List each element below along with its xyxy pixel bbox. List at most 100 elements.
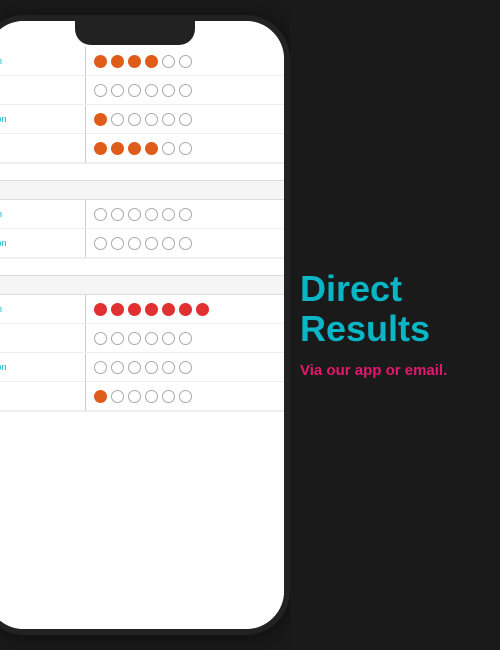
table-row bbox=[0, 382, 284, 411]
subtext: Via our app or email. bbox=[300, 360, 447, 381]
row-dots bbox=[86, 138, 284, 159]
dot bbox=[111, 303, 124, 316]
dot bbox=[94, 390, 107, 403]
row-label bbox=[0, 324, 86, 352]
dot bbox=[179, 237, 192, 250]
dot bbox=[145, 208, 158, 221]
dot bbox=[145, 332, 158, 345]
row-label: on bbox=[0, 295, 86, 323]
row-label: tion bbox=[0, 105, 86, 133]
dot bbox=[94, 55, 107, 68]
dot bbox=[111, 332, 124, 345]
dot bbox=[111, 208, 124, 221]
dot bbox=[145, 303, 158, 316]
dot bbox=[162, 237, 175, 250]
dot bbox=[179, 361, 192, 374]
dot bbox=[145, 237, 158, 250]
dot bbox=[145, 113, 158, 126]
dot bbox=[94, 237, 107, 250]
scene: on m bbox=[0, 0, 500, 650]
dot bbox=[94, 303, 107, 316]
section-3: on bbox=[0, 295, 284, 412]
dot bbox=[162, 303, 175, 316]
dot bbox=[179, 113, 192, 126]
table-row: tion bbox=[0, 229, 284, 258]
dot bbox=[128, 55, 141, 68]
dot bbox=[128, 142, 141, 155]
row-dots bbox=[86, 109, 284, 130]
dot bbox=[145, 55, 158, 68]
dot bbox=[94, 361, 107, 374]
row-dots bbox=[86, 328, 284, 349]
dot bbox=[145, 142, 158, 155]
dot bbox=[94, 84, 107, 97]
table-row: m bbox=[0, 76, 284, 105]
table-row: on bbox=[0, 200, 284, 229]
table-row: m bbox=[0, 134, 284, 163]
dot bbox=[111, 390, 124, 403]
dot bbox=[179, 84, 192, 97]
dot bbox=[128, 237, 141, 250]
dot bbox=[145, 361, 158, 374]
dot bbox=[128, 361, 141, 374]
dot bbox=[162, 113, 175, 126]
dot bbox=[145, 84, 158, 97]
dot bbox=[94, 142, 107, 155]
dot bbox=[162, 361, 175, 374]
dot bbox=[111, 142, 124, 155]
dot bbox=[128, 303, 141, 316]
table-row bbox=[0, 324, 284, 353]
phone-mockup: on m bbox=[0, 15, 290, 635]
dot bbox=[128, 113, 141, 126]
dot bbox=[162, 84, 175, 97]
row-label: on bbox=[0, 47, 86, 75]
row-dots bbox=[86, 357, 284, 378]
dot bbox=[94, 332, 107, 345]
table-row: tion bbox=[0, 353, 284, 382]
dot bbox=[162, 55, 175, 68]
table-row: on bbox=[0, 47, 284, 76]
dot bbox=[111, 237, 124, 250]
dot bbox=[128, 332, 141, 345]
dot bbox=[94, 113, 107, 126]
row-label: m bbox=[0, 76, 86, 104]
row-label: m bbox=[0, 134, 86, 162]
table-row: tion bbox=[0, 105, 284, 134]
row-label: tion bbox=[0, 229, 86, 257]
headline: Direct Results bbox=[300, 269, 480, 348]
dot bbox=[111, 84, 124, 97]
section-divider bbox=[0, 275, 284, 295]
row-dots bbox=[86, 233, 284, 254]
dot bbox=[179, 55, 192, 68]
row-dots bbox=[86, 386, 284, 407]
row-label: on bbox=[0, 200, 86, 228]
dot bbox=[94, 208, 107, 221]
dot bbox=[179, 332, 192, 345]
dot bbox=[179, 303, 192, 316]
dot bbox=[128, 208, 141, 221]
section-1: on m bbox=[0, 47, 284, 164]
row-label bbox=[0, 382, 86, 410]
table-row: on bbox=[0, 295, 284, 324]
dot bbox=[111, 113, 124, 126]
dot bbox=[145, 390, 158, 403]
dot bbox=[179, 142, 192, 155]
row-dots bbox=[86, 299, 284, 320]
dot bbox=[111, 55, 124, 68]
dot bbox=[162, 142, 175, 155]
row-dots bbox=[86, 80, 284, 101]
dot bbox=[162, 208, 175, 221]
phone-screen: on m bbox=[0, 21, 284, 629]
section-divider bbox=[0, 180, 284, 200]
dot bbox=[179, 208, 192, 221]
dot bbox=[128, 84, 141, 97]
dot bbox=[179, 390, 192, 403]
row-dots bbox=[86, 204, 284, 225]
dot bbox=[111, 361, 124, 374]
dot bbox=[162, 332, 175, 345]
row-dots bbox=[86, 51, 284, 72]
row-label: tion bbox=[0, 353, 86, 381]
dot bbox=[162, 390, 175, 403]
dot bbox=[196, 303, 209, 316]
dot bbox=[128, 390, 141, 403]
